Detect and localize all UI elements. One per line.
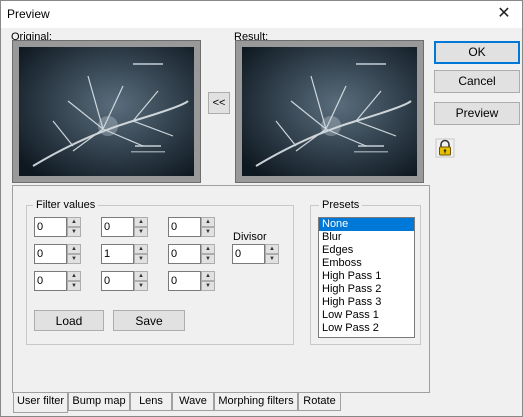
matrix-cell-r3c2[interactable]: 0 ▲ ▼ bbox=[101, 271, 149, 291]
matrix-cell-r2c2[interactable]: 1 ▲ ▼ bbox=[101, 244, 149, 264]
matrix-cell-r1c2[interactable]: 0 ▲ ▼ bbox=[101, 217, 149, 237]
spin-up-icon[interactable]: ▲ bbox=[201, 244, 215, 254]
spin-down-icon[interactable]: ▼ bbox=[201, 227, 215, 237]
spin-down-icon[interactable]: ▼ bbox=[201, 281, 215, 291]
spin-up-icon[interactable]: ▲ bbox=[134, 244, 148, 254]
divisor-label: Divisor bbox=[233, 231, 267, 243]
spin-down-icon[interactable]: ▼ bbox=[67, 281, 81, 291]
matrix-cell-input[interactable]: 0 bbox=[168, 244, 201, 264]
copy-result-back-button[interactable]: << bbox=[208, 92, 230, 114]
spin-down-icon[interactable]: ▼ bbox=[134, 227, 148, 237]
preset-item[interactable]: Edges bbox=[319, 244, 414, 257]
preset-item[interactable]: High Pass 1 bbox=[319, 270, 414, 283]
matrix-cell-input[interactable]: 1 bbox=[101, 244, 134, 264]
spin-up-icon[interactable]: ▲ bbox=[201, 271, 215, 281]
matrix-cell-r3c3[interactable]: 0 ▲ ▼ bbox=[168, 271, 216, 291]
spin-up-icon[interactable]: ▲ bbox=[67, 217, 81, 227]
preset-item[interactable]: Blur bbox=[319, 231, 414, 244]
spin-up-icon[interactable]: ▲ bbox=[201, 217, 215, 227]
matrix-cell-r1c1[interactable]: 0 ▲ ▼ bbox=[34, 217, 82, 237]
divisor-spinner[interactable]: 0 ▲ ▼ bbox=[232, 244, 280, 264]
load-button[interactable]: Load bbox=[34, 310, 104, 331]
preset-item[interactable]: Emboss bbox=[319, 257, 414, 270]
original-preview-image bbox=[12, 40, 201, 183]
matrix-cell-r1c3[interactable]: 0 ▲ ▼ bbox=[168, 217, 216, 237]
matrix-cell-input[interactable]: 0 bbox=[34, 244, 67, 264]
spin-up-icon[interactable]: ▲ bbox=[67, 244, 81, 254]
spin-down-icon[interactable]: ▼ bbox=[134, 281, 148, 291]
lock-icon[interactable] bbox=[435, 138, 455, 158]
preset-item[interactable]: Low Pass 2 bbox=[319, 322, 414, 335]
tab-bump-map[interactable]: Bump map bbox=[68, 393, 130, 411]
matrix-cell-input[interactable]: 0 bbox=[101, 271, 134, 291]
tab-wave[interactable]: Wave bbox=[172, 393, 214, 411]
presets-title: Presets bbox=[319, 199, 363, 211]
window-title: Preview bbox=[7, 7, 50, 21]
preset-item[interactable]: High Pass 3 bbox=[319, 296, 414, 309]
matrix-cell-r2c3[interactable]: 0 ▲ ▼ bbox=[168, 244, 216, 264]
matrix-cell-input[interactable]: 0 bbox=[34, 271, 67, 291]
matrix-cell-input[interactable]: 0 bbox=[34, 217, 67, 237]
preview-dialog: Preview ✕ Original: Result: << OK Cancel… bbox=[0, 0, 523, 417]
ok-button[interactable]: OK bbox=[434, 41, 520, 64]
save-button[interactable]: Save bbox=[113, 310, 185, 331]
original-preview-graphic bbox=[19, 47, 194, 176]
spin-down-icon[interactable]: ▼ bbox=[67, 254, 81, 264]
cancel-button[interactable]: Cancel bbox=[434, 70, 520, 93]
result-preview-image bbox=[235, 40, 424, 183]
preset-item[interactable]: Low Pass 1 bbox=[319, 309, 414, 322]
close-icon[interactable]: ✕ bbox=[494, 4, 514, 24]
title-bar: Preview ✕ bbox=[1, 1, 522, 28]
matrix-cell-input[interactable]: 0 bbox=[168, 217, 201, 237]
divisor-input[interactable]: 0 bbox=[232, 244, 265, 264]
filter-values-title: Filter values bbox=[33, 199, 99, 211]
tab-morphing-filters[interactable]: Morphing filters bbox=[214, 393, 298, 411]
spin-up-icon[interactable]: ▲ bbox=[134, 271, 148, 281]
spin-down-icon[interactable]: ▼ bbox=[265, 254, 279, 264]
matrix-cell-r2c1[interactable]: 0 ▲ ▼ bbox=[34, 244, 82, 264]
spin-down-icon[interactable]: ▼ bbox=[67, 227, 81, 237]
tab-rotate[interactable]: Rotate bbox=[298, 393, 341, 411]
matrix-cell-input[interactable]: 0 bbox=[168, 271, 201, 291]
spin-up-icon[interactable]: ▲ bbox=[134, 217, 148, 227]
tab-user-filter[interactable]: User filter bbox=[13, 393, 68, 413]
spin-down-icon[interactable]: ▼ bbox=[134, 254, 148, 264]
preview-button[interactable]: Preview bbox=[434, 102, 520, 125]
spin-down-icon[interactable]: ▼ bbox=[201, 254, 215, 264]
preset-item[interactable]: None bbox=[319, 218, 414, 231]
matrix-cell-r3c1[interactable]: 0 ▲ ▼ bbox=[34, 271, 82, 291]
spin-up-icon[interactable]: ▲ bbox=[265, 244, 279, 254]
preset-item[interactable]: High Pass 2 bbox=[319, 283, 414, 296]
tab-lens[interactable]: Lens bbox=[130, 393, 172, 411]
presets-listbox[interactable]: None Blur Edges Emboss High Pass 1 High … bbox=[318, 217, 415, 338]
spin-up-icon[interactable]: ▲ bbox=[67, 271, 81, 281]
matrix-cell-input[interactable]: 0 bbox=[101, 217, 134, 237]
result-preview-graphic bbox=[242, 47, 417, 176]
